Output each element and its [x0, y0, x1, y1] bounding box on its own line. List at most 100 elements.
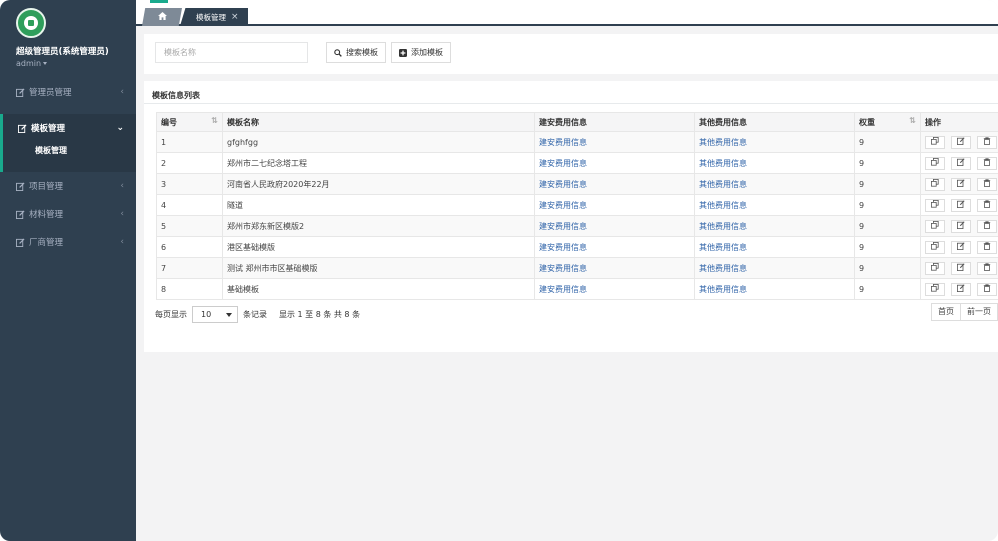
pagination: 首页 前一页 [931, 303, 998, 321]
logo-icon [16, 8, 46, 38]
copy-button[interactable] [925, 156, 945, 170]
edit-button[interactable] [951, 219, 971, 233]
column-header-actions: 操作 [920, 112, 998, 132]
edit-button[interactable] [951, 135, 971, 149]
table-row: 3 河南省人民政府2020年22月 建安费用信息 其他费用信息 9 [156, 173, 998, 195]
search-panel: 模板名称 搜索模板 添加模板 [144, 34, 998, 74]
column-header-other-cost: 其他费用信息 [694, 112, 855, 132]
edit-icon [16, 87, 25, 97]
add-template-button[interactable]: 添加模板 [391, 42, 451, 63]
sort-icon: ⇅ [909, 116, 916, 125]
close-icon[interactable]: × [231, 12, 239, 22]
first-page-button[interactable]: 首页 [931, 303, 961, 321]
tab-home[interactable] [142, 8, 182, 26]
page-size-select[interactable]: 10 [192, 306, 238, 323]
build-cost-link[interactable]: 建安费用信息 [534, 173, 695, 195]
copy-icon [931, 263, 939, 273]
edit-button[interactable] [951, 282, 971, 296]
table-row: 1 gfghfgg 建安费用信息 其他费用信息 9 [156, 131, 998, 153]
delete-button[interactable] [977, 177, 997, 191]
build-cost-link[interactable]: 建安费用信息 [534, 152, 695, 174]
column-header-id[interactable]: 编号 ⇅ [156, 112, 223, 132]
chevron-down-icon [226, 313, 232, 317]
edit-button[interactable] [951, 177, 971, 191]
delete-button[interactable] [977, 135, 997, 149]
build-cost-link[interactable]: 建安费用信息 [534, 131, 695, 153]
copy-button[interactable] [925, 177, 945, 191]
delete-button[interactable] [977, 156, 997, 170]
edit-icon [957, 179, 965, 189]
cell-weight: 9 [854, 278, 921, 300]
edit-button[interactable] [951, 156, 971, 170]
column-header-build-cost: 建安费用信息 [534, 112, 695, 132]
edit-button[interactable] [951, 198, 971, 212]
copy-button[interactable] [925, 240, 945, 254]
profile-role-dropdown[interactable]: admin [16, 59, 136, 68]
sidebar-subitem-template[interactable]: 模板管理 [0, 142, 136, 172]
chevron-left-icon: ‹ [120, 209, 124, 219]
build-cost-link[interactable]: 建安费用信息 [534, 215, 695, 237]
edit-icon [18, 123, 27, 133]
build-cost-link[interactable]: 建安费用信息 [534, 257, 695, 279]
cell-id: 7 [156, 257, 223, 279]
delete-button[interactable] [977, 240, 997, 254]
other-cost-link[interactable]: 其他费用信息 [694, 215, 855, 237]
sidebar-item-project[interactable]: 项目管理 ‹ [0, 172, 136, 200]
other-cost-link[interactable]: 其他费用信息 [694, 194, 855, 216]
edit-button[interactable] [951, 261, 971, 275]
sidebar-item-vendor[interactable]: 厂商管理 ‹ [0, 228, 136, 256]
tab-template[interactable]: 模板管理 × [180, 8, 248, 26]
delete-button[interactable] [977, 219, 997, 233]
edit-button[interactable] [951, 240, 971, 254]
profile-name: 超级管理员(系统管理员) [16, 47, 109, 57]
copy-icon [931, 221, 939, 231]
trash-icon [983, 221, 991, 231]
table-row: 5 郑州市郑东新区模版2 建安费用信息 其他费用信息 9 [156, 215, 998, 237]
cell-weight: 9 [854, 173, 921, 195]
cell-id: 3 [156, 173, 223, 195]
table-row: 7 测试 郑州市市区基础模版 建安费用信息 其他费用信息 9 [156, 257, 998, 279]
copy-button[interactable] [925, 198, 945, 212]
cell-actions [920, 215, 998, 237]
page-size-value: 10 [201, 310, 212, 319]
build-cost-link[interactable]: 建安费用信息 [534, 194, 695, 216]
column-header-weight[interactable]: 权重 ⇅ [854, 112, 921, 132]
other-cost-link[interactable]: 其他费用信息 [694, 257, 855, 279]
page-info: 显示 1 至 8 条 共 8 条 [279, 310, 361, 319]
copy-button[interactable] [925, 261, 945, 275]
sidebar-item-template[interactable]: 模板管理 ⌄ [0, 114, 136, 142]
cell-id: 8 [156, 278, 223, 300]
sidebar-item-admin[interactable]: 管理员管理 ‹ [0, 78, 136, 106]
search-template-button[interactable]: 搜索模板 [326, 42, 386, 63]
build-cost-link[interactable]: 建安费用信息 [534, 236, 695, 258]
build-cost-link[interactable]: 建安费用信息 [534, 278, 695, 300]
other-cost-link[interactable]: 其他费用信息 [694, 131, 855, 153]
page-size-control: 每页显示 10 条记录 显示 1 至 8 条 共 8 条 [155, 306, 360, 323]
copy-button[interactable] [925, 282, 945, 296]
prev-page-button[interactable]: 前一页 [960, 303, 998, 321]
delete-button[interactable] [977, 282, 997, 296]
cell-actions [920, 278, 998, 300]
sidebar-item-material[interactable]: 材料管理 ‹ [0, 200, 136, 228]
profile: 超级管理员(系统管理员) admin [0, 0, 136, 78]
delete-button[interactable] [977, 261, 997, 275]
other-cost-link[interactable]: 其他费用信息 [694, 236, 855, 258]
other-cost-link[interactable]: 其他费用信息 [694, 173, 855, 195]
copy-icon [931, 200, 939, 210]
table-row: 6 港区基础模版 建安费用信息 其他费用信息 9 [156, 236, 998, 258]
copy-button[interactable] [925, 135, 945, 149]
copy-button[interactable] [925, 219, 945, 233]
chevron-down-icon: ⌄ [116, 123, 124, 133]
trash-icon [983, 263, 991, 273]
other-cost-link[interactable]: 其他费用信息 [694, 152, 855, 174]
delete-button[interactable] [977, 198, 997, 212]
template-name-input[interactable]: 模板名称 [155, 42, 308, 63]
cell-id: 4 [156, 194, 223, 216]
cell-weight: 9 [854, 194, 921, 216]
cell-weight: 9 [854, 236, 921, 258]
cell-actions [920, 173, 998, 195]
copy-icon [931, 242, 939, 252]
other-cost-link[interactable]: 其他费用信息 [694, 278, 855, 300]
per-page-suffix: 条记录 [243, 310, 267, 319]
sort-icon: ⇅ [211, 116, 218, 125]
